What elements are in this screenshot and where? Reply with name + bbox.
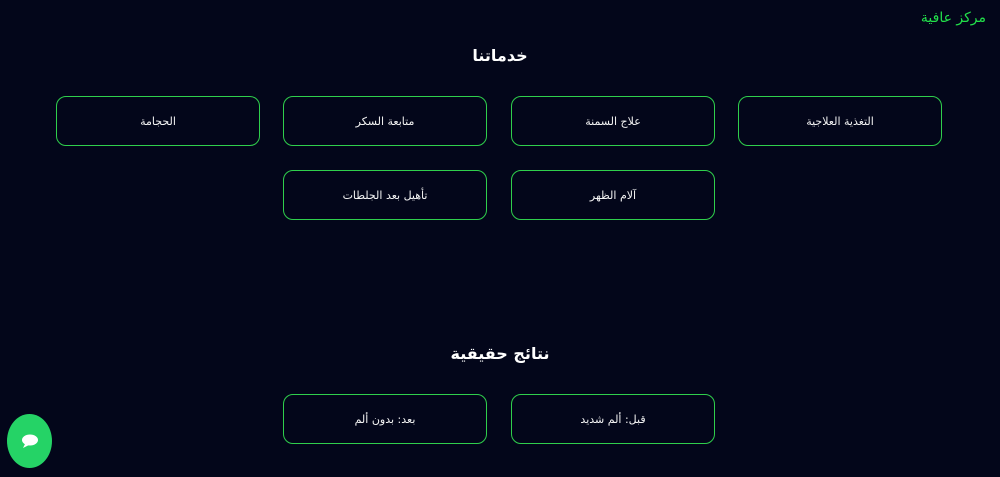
service-card-back-pain[interactable]: آلام الظهر	[511, 170, 715, 220]
service-card-cupping[interactable]: الحجامة	[56, 96, 260, 146]
service-card-obesity-treatment[interactable]: علاج السمنة	[511, 96, 715, 146]
chat-button[interactable]	[7, 414, 52, 468]
service-card-stroke-rehab[interactable]: تأهيل بعد الجلطات	[283, 170, 487, 220]
chat-bubble-icon	[20, 433, 40, 449]
result-card-before[interactable]: قبل: ألم شديد	[511, 394, 715, 444]
results-heading: نتائج حقيقية	[450, 344, 550, 363]
result-card-after[interactable]: بعد: بدون ألم	[283, 394, 487, 444]
brand-logo-text[interactable]: مركز عافية	[921, 10, 986, 26]
service-card-diabetes-followup[interactable]: متابعة السكر	[283, 96, 487, 146]
services-heading: خدماتنا	[472, 46, 528, 65]
service-card-therapeutic-nutrition[interactable]: التغذية العلاجية	[738, 96, 942, 146]
